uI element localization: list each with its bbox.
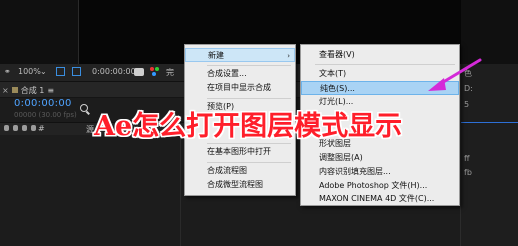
- menu-item-label: 文本(T): [319, 69, 347, 78]
- right-panel-label: fb: [464, 168, 472, 177]
- tab-menu-icon[interactable]: ≡: [47, 86, 54, 95]
- source-name-column-header[interactable]: 源: [86, 124, 94, 135]
- menu-separator: [207, 65, 291, 66]
- eye-icon[interactable]: [4, 125, 9, 131]
- av-switch-icons[interactable]: [4, 125, 36, 131]
- menu-item-label: 查看器(V): [319, 50, 355, 59]
- menu-item-label: 在基本图形中打开: [207, 147, 271, 156]
- solo-icon[interactable]: [22, 125, 27, 131]
- current-time-display[interactable]: 0:00:00:00: [92, 67, 136, 76]
- tab-color-swatch: [11, 87, 18, 93]
- submenu-item-photoshop-file[interactable]: Adobe Photoshop 文件(H)...: [301, 179, 459, 193]
- timeline-fps-readout: 00000 (30.00 fps): [14, 111, 77, 119]
- menu-separator: [207, 143, 291, 144]
- menu-item-mini-flowchart[interactable]: 合成微型流程图: [185, 178, 295, 192]
- menu-item-label: 合成设置...: [207, 69, 247, 78]
- timeline-timecode[interactable]: 0:00:00:00: [14, 98, 72, 109]
- viewer-options-icon[interactable]: ⚭: [4, 67, 11, 76]
- mask-toggle-icon[interactable]: [72, 67, 81, 76]
- grid-toggle-icon[interactable]: [56, 67, 65, 76]
- right-panel-label: 5: [464, 100, 470, 109]
- menu-item-label: 合成流程图: [207, 166, 247, 175]
- menu-item-label: MAXON CINEMA 4D 文件(C)...: [319, 194, 435, 203]
- menu-item-reveal-in-project[interactable]: 在项目中显示合成: [185, 81, 295, 95]
- timeline-divider[interactable]: [180, 135, 181, 246]
- menu-item-label: 合成微型流程图: [207, 180, 263, 189]
- snapshot-camera-icon[interactable]: [134, 68, 144, 76]
- menu-item-flowchart[interactable]: 合成流程图: [185, 164, 295, 178]
- menu-item-label: 新建: [208, 51, 224, 60]
- tab-composition-1[interactable]: × 合成 1 ≡: [2, 84, 54, 96]
- menu-item-label: 调整图层(A): [319, 153, 363, 162]
- right-panel-indicator: [461, 122, 518, 123]
- resolution-select[interactable]: 完: [166, 67, 174, 78]
- submenu-item-adjustment-layer[interactable]: 调整图层(A): [301, 151, 459, 165]
- label-column-header[interactable]: #: [38, 124, 45, 133]
- tab-close-icon[interactable]: ×: [2, 86, 9, 95]
- right-panel-label: ff: [464, 154, 470, 163]
- color-channels-icon[interactable]: [150, 67, 160, 77]
- menu-item-label: 在项目中显示合成: [207, 83, 271, 92]
- menu-item-label: 纯色(S)...: [320, 84, 355, 93]
- menu-item-new[interactable]: 新建 ›: [185, 48, 295, 62]
- pointer-arrow-icon: [428, 58, 482, 91]
- submenu-item-cinema4d-file[interactable]: MAXON CINEMA 4D 文件(C)...: [301, 193, 459, 205]
- menu-item-comp-settings[interactable]: 合成设置...: [185, 67, 295, 81]
- overlay-title: Ae怎么打开图层模式显示: [94, 111, 403, 142]
- menu-separator: [207, 162, 291, 163]
- menu-item-open-essential-graphics[interactable]: 在基本图形中打开: [185, 145, 295, 159]
- audio-icon[interactable]: [13, 125, 18, 131]
- tab-label: 合成 1: [20, 85, 45, 95]
- zoom-chevron-icon[interactable]: ⌄: [40, 67, 47, 76]
- zoom-select[interactable]: 100%: [18, 67, 41, 76]
- submenu-arrow-icon: ›: [287, 52, 290, 60]
- menu-item-label: 内容识别填充图层...: [319, 167, 391, 176]
- lock-icon[interactable]: [31, 125, 36, 131]
- submenu-item-content-aware-fill[interactable]: 内容识别填充图层...: [301, 165, 459, 179]
- search-icon[interactable]: [80, 104, 88, 112]
- menu-separator: [207, 98, 291, 99]
- menu-item-label: Adobe Photoshop 文件(H)...: [319, 181, 428, 190]
